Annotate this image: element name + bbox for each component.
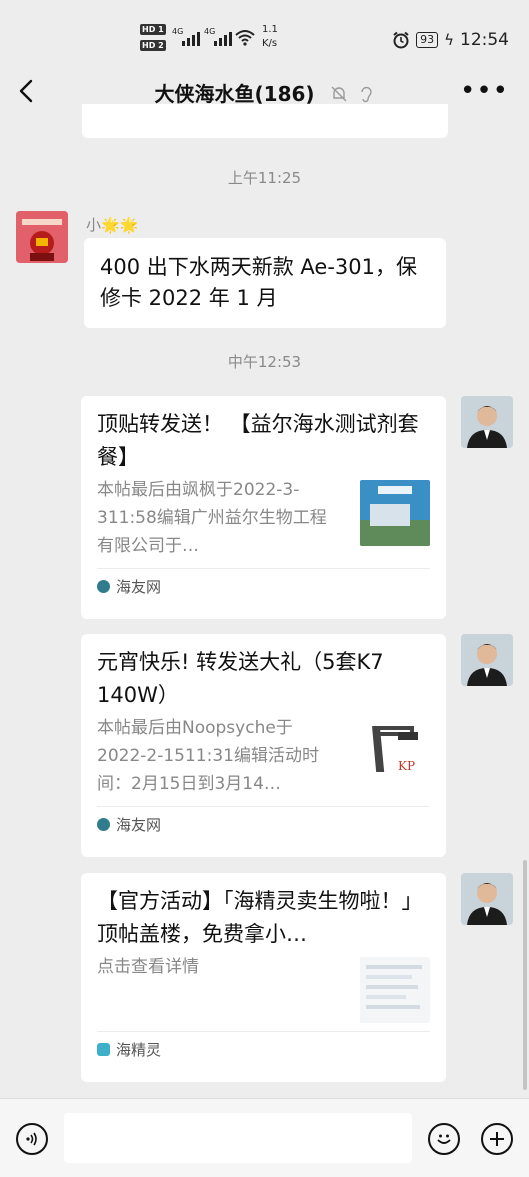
card-source: 海精灵 xyxy=(97,1031,430,1067)
card-source-name: 海友网 xyxy=(116,816,162,834)
card-description: 本帖最后由Noopsyche于2022-2-1511:31编辑活动时间：2月15… xyxy=(97,718,319,794)
message-input[interactable] xyxy=(64,1113,412,1163)
card-source: 海友网 xyxy=(97,568,430,604)
link-card[interactable]: 元宵快乐! 转发送大礼（5套K7 140W） 本帖最后由Noopsyche于20… xyxy=(81,634,446,857)
input-bar xyxy=(0,1098,529,1177)
scrollbar[interactable] xyxy=(523,860,527,1090)
source-icon xyxy=(97,818,110,831)
signal-1-icon xyxy=(182,30,200,46)
card-title: 顶贴转发送！ 【益尔海水测试剂套餐】 xyxy=(97,412,419,469)
add-button[interactable] xyxy=(481,1123,513,1155)
link-card[interactable]: 顶贴转发送！ 【益尔海水测试剂套餐】 本帖最后由飒枫于2022-3-311:58… xyxy=(81,396,446,619)
speed-unit: K/s xyxy=(262,38,278,49)
hd1-badge: HD 1 xyxy=(140,24,166,35)
my-avatar[interactable] xyxy=(461,634,513,686)
previous-message-bubble[interactable] xyxy=(82,104,448,138)
more-options-button[interactable]: ••• xyxy=(460,76,509,106)
network-indicators: HD 1 HD 2 4G 4G 1.1 K/s xyxy=(140,24,285,54)
mute-bell-icon xyxy=(331,86,347,102)
card-description: 本帖最后由飒枫于2022-3-311:58编辑广州益尔生物工程有限公司于… xyxy=(97,480,327,556)
card-source-name: 海友网 xyxy=(116,578,162,596)
sender-name: 小🌟🌟 xyxy=(86,216,139,234)
chat-title: 大侠海水鱼(186) xyxy=(0,78,529,107)
timestamp: 上午11:25 xyxy=(227,169,302,187)
card-source: 海友网 xyxy=(97,806,430,842)
smiley-icon xyxy=(437,1134,451,1144)
link-card[interactable]: 【官方活动】「海精灵卖生物啦！」顶帖盖楼，免费拿小… 点击查看详情 海精灵 xyxy=(81,873,446,1082)
plus-icon xyxy=(490,1132,504,1146)
timestamp: 中午12:53 xyxy=(227,353,302,371)
my-avatar[interactable] xyxy=(461,396,513,448)
sender-avatar[interactable] xyxy=(16,211,68,263)
alarm-icon xyxy=(393,31,409,49)
clock: 12:54 xyxy=(460,30,509,50)
hd2-badge: HD 2 xyxy=(140,40,166,51)
voice-input-button[interactable] xyxy=(16,1123,48,1155)
voice-icon xyxy=(26,1132,37,1146)
battery-level: 93 xyxy=(416,32,439,48)
charging-icon: ϟ xyxy=(444,31,454,49)
ear-icon xyxy=(361,86,373,103)
source-icon xyxy=(97,580,110,593)
speed-value: 1.1 xyxy=(262,24,278,35)
my-avatar[interactable] xyxy=(461,873,513,925)
emoji-button[interactable] xyxy=(428,1123,460,1155)
source-icon xyxy=(97,1043,110,1056)
wifi-icon xyxy=(235,30,255,46)
card-thumbnail: KP xyxy=(360,718,430,784)
status-right: 93 ϟ 12:54 xyxy=(392,28,509,52)
chat-title-text: 大侠海水鱼(186) xyxy=(154,82,315,106)
signal-2-icon xyxy=(214,30,232,46)
message-bubble[interactable]: 400 出下水两天新款 Ae-301，保修卡 2022 年 1 月 xyxy=(84,238,446,328)
svg-text:KP: KP xyxy=(398,759,415,773)
card-thumbnail xyxy=(360,957,430,1023)
card-description: 点击查看详情 xyxy=(97,957,199,977)
card-title: 【官方活动】「海精灵卖生物啦！」顶帖盖楼，免费拿小… xyxy=(97,889,423,946)
card-thumbnail xyxy=(360,480,430,546)
card-title: 元宵快乐! 转发送大礼（5套K7 140W） xyxy=(97,650,384,707)
card-source-name: 海精灵 xyxy=(116,1041,162,1059)
